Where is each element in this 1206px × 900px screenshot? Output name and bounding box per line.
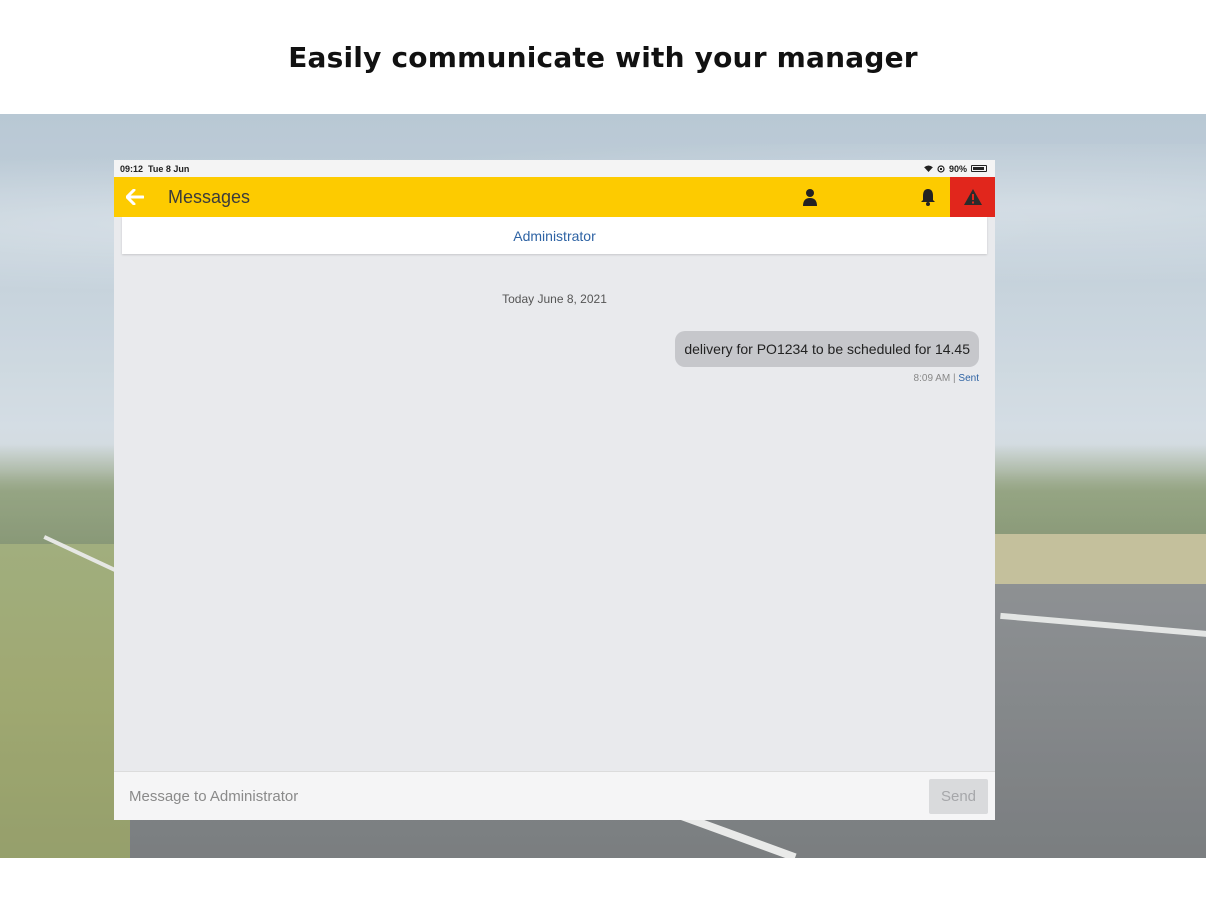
status-time-date: 09:12 Tue 8 Jun [120,164,189,174]
profile-button[interactable] [798,177,822,217]
orientation-lock-icon [937,164,945,173]
message-composer: Send [114,771,995,820]
device-status-bar: 09:12 Tue 8 Jun 90% [114,160,995,177]
message-input[interactable] [114,778,929,814]
message-status: Sent [958,373,979,384]
recipient-name[interactable]: Administrator [513,228,595,244]
promo-headline: Easily communicate with your manager [288,40,918,74]
warning-triangle-icon [963,189,982,205]
status-date: Tue 8 Jun [148,163,190,174]
back-button[interactable] [114,177,156,217]
person-icon [803,189,817,206]
bell-icon [921,189,935,206]
wifi-icon [924,165,933,172]
battery-percent: 90% [948,163,967,174]
battery-icon [971,165,987,172]
alert-button[interactable] [950,177,995,217]
message-bubble[interactable]: delivery for PO1234 to be scheduled for … [675,331,979,367]
app-bar: Messages [114,177,995,217]
message-time: 8:09 AM [913,373,951,384]
status-time: 09:12 [120,163,144,174]
send-button[interactable]: Send [929,778,988,814]
page-title: Messages [168,186,251,207]
tablet-screen: 09:12 Tue 8 Jun 90% Messages Administrat… [114,160,995,820]
notifications-button[interactable] [916,177,940,217]
date-divider: Today June 8, 2021 [502,292,607,306]
status-indicators: 90% [924,164,987,174]
conversation-recipient-bar[interactable]: Administrator [122,217,987,254]
message-meta-separator: | [953,373,956,384]
message-meta: 8:09 AM | Sent [914,373,979,384]
arrow-left-icon [126,189,144,205]
